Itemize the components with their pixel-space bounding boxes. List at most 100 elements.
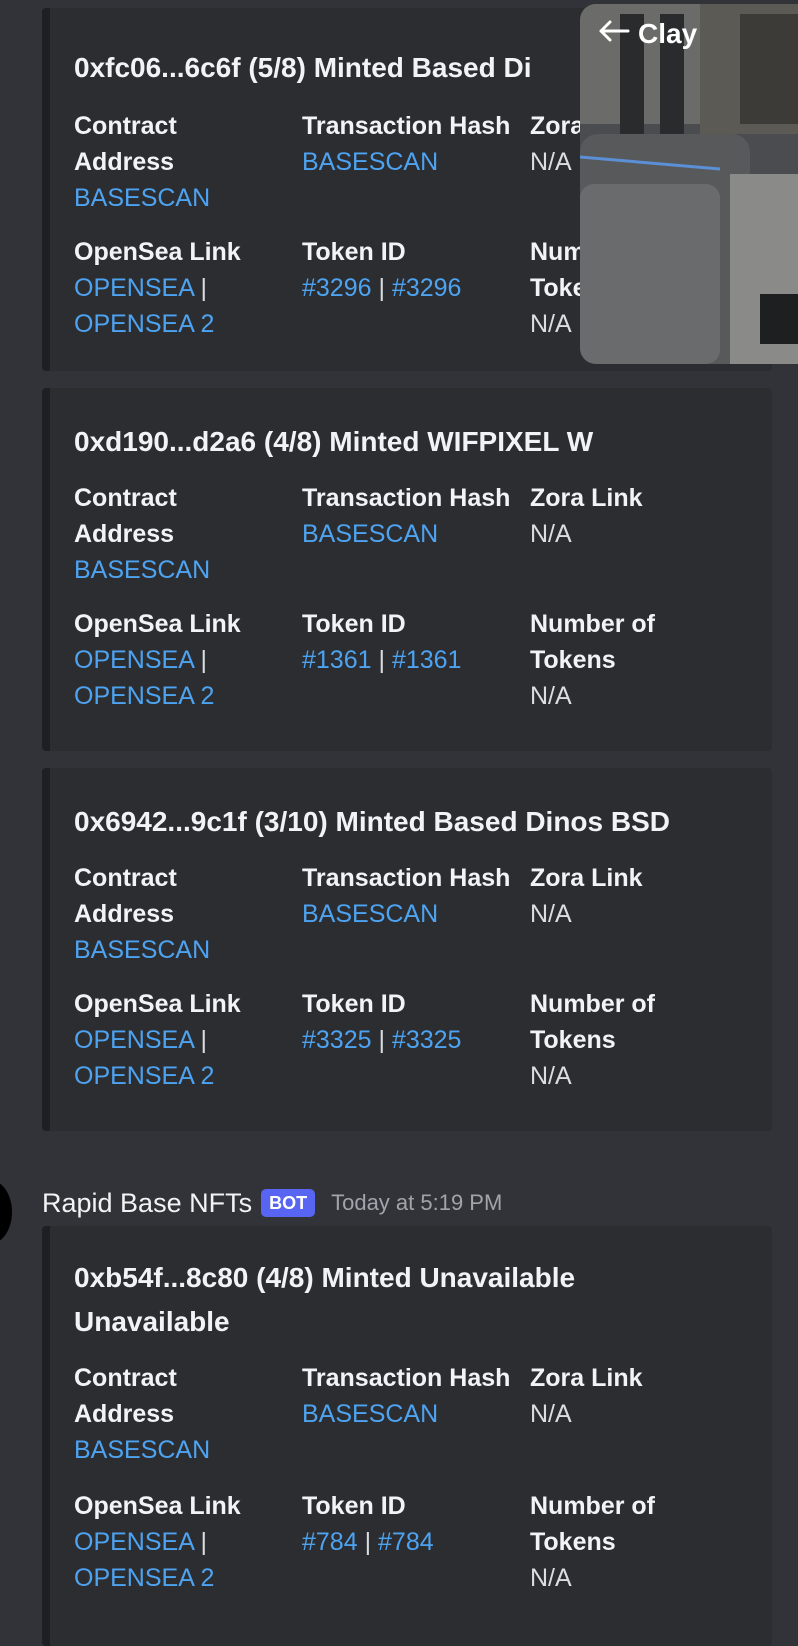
bot-badge: BOT <box>261 1189 316 1217</box>
field-number-of-tokens: Num Toke N/A <box>530 234 587 342</box>
embed-title: 0xfc06...6c6f (5/8) Minted Based Di <box>74 52 532 83</box>
field-opensea-link: OpenSea Link OPENSEA | OPENSEA 2 <box>74 1488 241 1596</box>
basescan-link[interactable]: BASESCAN <box>302 1396 510 1432</box>
basescan-link[interactable]: BASESCAN <box>302 516 510 552</box>
author-name[interactable]: Rapid Base NFTs <box>42 1188 252 1219</box>
opensea-link[interactable]: OPENSEA <box>74 1026 194 1054</box>
field-value: N/A <box>530 1400 572 1428</box>
field-name: Token ID <box>302 990 406 1018</box>
embed-card: 0xd190...d2a6 (4/8) Minted WIFPIXEL W Co… <box>42 388 772 751</box>
field-name: Contract <box>74 864 177 892</box>
field-name: Token ID <box>302 1492 406 1520</box>
token-id-link[interactable]: #1361 <box>392 646 462 674</box>
field-name: Tokens <box>530 646 616 674</box>
token-id-link[interactable]: #784 <box>378 1528 434 1556</box>
embed-title: 0xd190...d2a6 (4/8) Minted WIFPIXEL W <box>74 426 594 457</box>
field-contract-address: Contract Address BASESCAN <box>74 480 210 588</box>
embed-title-line: 0xb54f...8c80 (4/8) Minted Unavailable <box>74 1262 576 1293</box>
field-name: OpenSea Link <box>74 610 241 638</box>
field-value: N/A <box>530 682 572 710</box>
field-zora-link: Zora N/A <box>530 108 584 180</box>
link-separator: | <box>364 1528 372 1556</box>
link-separator: | <box>378 1026 385 1054</box>
token-id-link[interactable]: #3296 <box>302 274 372 302</box>
link-separator: | <box>378 646 385 674</box>
basescan-link[interactable]: BASESCAN <box>74 552 210 588</box>
field-name: Tokens <box>530 1528 616 1556</box>
field-name: Token ID <box>302 610 406 638</box>
field-name: Contract <box>74 484 177 512</box>
field-token-id: Token ID #784 | #784 <box>302 1488 434 1560</box>
embed-title-line: Unavailable <box>74 1306 230 1337</box>
pip-header: Clay <box>598 18 697 50</box>
opensea-link[interactable]: OPENSEA <box>74 274 194 302</box>
field-transaction-hash: Transaction Hash BASESCAN <box>302 108 510 180</box>
field-value: N/A <box>530 520 572 548</box>
field-name: Contract <box>74 112 177 140</box>
field-name: Transaction Hash <box>302 864 511 892</box>
field-name: Transaction Hash <box>302 1364 511 1392</box>
field-name: Address <box>74 900 175 928</box>
opensea-2-link[interactable]: OPENSEA 2 <box>74 1560 241 1596</box>
field-name: Address <box>74 148 175 176</box>
arrow-left-icon[interactable] <box>598 18 630 50</box>
field-transaction-hash: Transaction Hash BASESCAN <box>302 1360 510 1432</box>
field-name: Transaction Hash <box>302 112 511 140</box>
field-opensea-link: OpenSea Link OPENSEA | OPENSEA 2 <box>74 986 241 1094</box>
embed-card: 0x6942...9c1f (3/10) Minted Based Dinos … <box>42 768 772 1131</box>
field-number-of-tokens: Number of Tokens N/A <box>530 606 655 714</box>
opensea-2-link[interactable]: OPENSEA 2 <box>74 678 241 714</box>
link-separator: | <box>200 1528 207 1556</box>
field-contract-address: Contract Address BASESCAN <box>74 860 210 968</box>
field-value: N/A <box>530 1062 572 1090</box>
opensea-2-link[interactable]: OPENSEA 2 <box>74 306 241 342</box>
field-opensea-link: OpenSea Link OPENSEA | OPENSEA 2 <box>74 234 241 342</box>
field-token-id: Token ID #3325 | #3325 <box>302 986 461 1058</box>
picture-in-picture-video[interactable]: Clay <box>580 4 798 364</box>
opensea-link[interactable]: OPENSEA <box>74 646 194 674</box>
token-id-link[interactable]: #3325 <box>392 1026 462 1054</box>
field-value: N/A <box>530 900 572 928</box>
token-id-link[interactable]: #1361 <box>302 646 372 674</box>
token-id-link[interactable]: #3296 <box>392 274 462 302</box>
field-name: Contract <box>74 1364 177 1392</box>
link-separator: | <box>200 274 207 302</box>
field-name: Toke <box>530 274 587 302</box>
field-value: N/A <box>530 310 572 338</box>
field-name: OpenSea Link <box>74 238 241 266</box>
avatar[interactable] <box>0 1180 12 1244</box>
link-separator: | <box>378 274 385 302</box>
field-token-id: Token ID #3296 | #3296 <box>302 234 461 306</box>
field-name: Number of <box>530 990 655 1018</box>
field-name: Zora <box>530 112 585 140</box>
field-name: Zora Link <box>530 484 643 512</box>
field-value: N/A <box>530 148 572 176</box>
field-value: N/A <box>530 1564 572 1592</box>
embed-card: 0xb54f...8c80 (4/8) Minted Unavailable U… <box>42 1226 772 1646</box>
field-name: Num <box>530 238 586 266</box>
field-token-id: Token ID #1361 | #1361 <box>302 606 461 678</box>
opensea-link[interactable]: OPENSEA <box>74 1528 194 1556</box>
field-zora-link: Zora Link N/A <box>530 1360 643 1432</box>
field-transaction-hash: Transaction Hash BASESCAN <box>302 480 510 552</box>
field-name: Transaction Hash <box>302 484 511 512</box>
basescan-link[interactable]: BASESCAN <box>302 896 510 932</box>
pip-label: Clay <box>638 18 698 49</box>
message-timestamp[interactable]: Today at 5:19 PM <box>331 1190 502 1216</box>
token-id-link[interactable]: #784 <box>302 1528 358 1556</box>
basescan-link[interactable]: BASESCAN <box>74 1432 210 1468</box>
basescan-link[interactable]: BASESCAN <box>74 180 210 216</box>
field-zora-link: Zora Link N/A <box>530 480 643 552</box>
opensea-2-link[interactable]: OPENSEA 2 <box>74 1058 241 1094</box>
token-id-link[interactable]: #3325 <box>302 1026 372 1054</box>
embed-title: 0xb54f...8c80 (4/8) Minted Unavailable U… <box>74 1256 575 1344</box>
link-separator: | <box>200 646 207 674</box>
field-name: Zora Link <box>530 864 643 892</box>
video-frame <box>580 4 798 364</box>
basescan-link[interactable]: BASESCAN <box>74 932 210 968</box>
field-name: Tokens <box>530 1026 616 1054</box>
field-transaction-hash: Transaction Hash BASESCAN <box>302 860 510 932</box>
field-name: Number of <box>530 610 655 638</box>
basescan-link[interactable]: BASESCAN <box>302 144 510 180</box>
field-name: Number of <box>530 1492 655 1520</box>
